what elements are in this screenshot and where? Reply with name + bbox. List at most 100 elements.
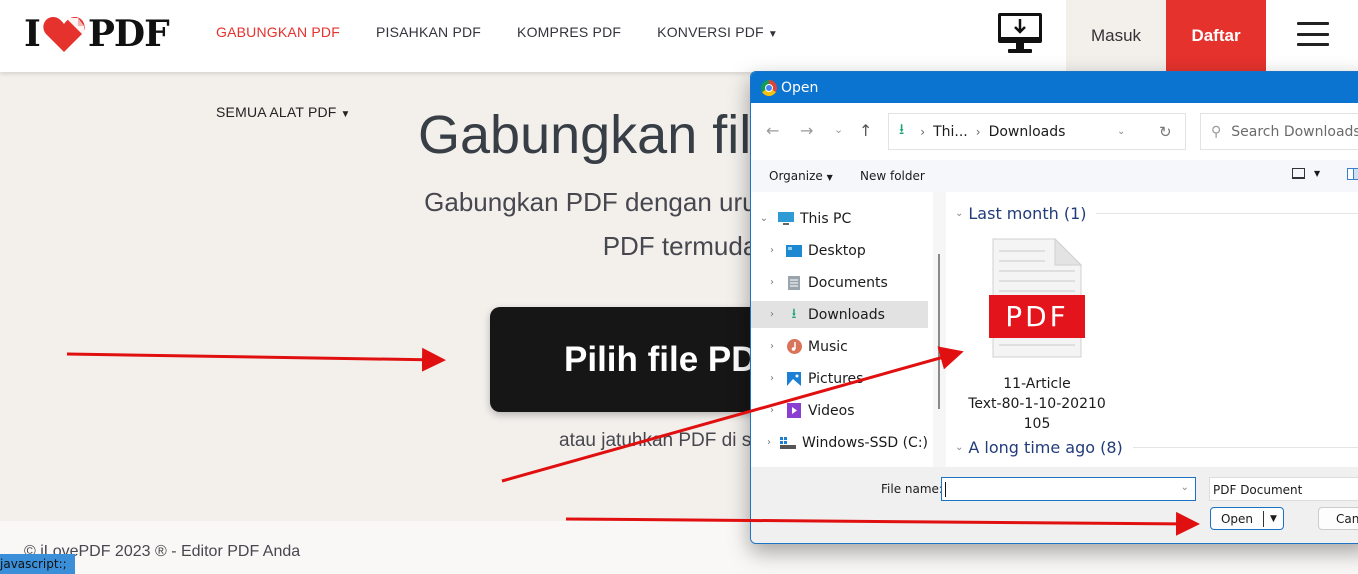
tree-item-downloads[interactable]: › ⭳ Downloads	[751, 301, 928, 328]
this-pc-icon	[778, 211, 794, 226]
tree-item-label: Documents	[808, 274, 888, 291]
browser-status-tooltip: javascript:;	[0, 554, 75, 574]
caret-down-icon[interactable]: ▼	[1264, 514, 1283, 524]
breadcrumb-separator-icon: ›	[975, 124, 981, 139]
file-list-pane: ⌄ Last month (1) PDF 11-Article Text-80-…	[946, 192, 1358, 467]
nav-label: PISAHKAN PDF	[375, 24, 482, 40]
navigation-pane-scrollbar[interactable]	[933, 192, 946, 467]
chevron-down-icon[interactable]: ⌄	[758, 213, 770, 224]
caret-down-icon: ▼	[826, 173, 833, 182]
chevron-right-icon[interactable]: ›	[766, 405, 778, 416]
tree-item-label: Windows-SSD (C:)	[802, 434, 928, 451]
view-icon	[1292, 168, 1305, 179]
tree-item-label: This PC	[800, 210, 852, 227]
back-arrow-icon[interactable]: ←	[766, 121, 779, 140]
file-name-line: Text-80-1-10-20210	[968, 396, 1106, 412]
tree-item-music[interactable]: › Music	[751, 333, 928, 360]
videos-folder-icon	[786, 403, 802, 418]
chevron-right-icon[interactable]: ›	[766, 245, 778, 256]
organize-label: Organize	[769, 169, 823, 183]
refresh-icon[interactable]: ↻	[1159, 123, 1172, 141]
file-name-input[interactable]: ⌄	[941, 477, 1196, 501]
file-item[interactable]: PDF 11-Article Text-80-1-10-20210 105	[964, 237, 1110, 434]
address-bar[interactable]: ⭳ › Thi... › Downloads ⌄ ↻	[888, 113, 1186, 150]
group-header-last-month[interactable]: ⌄ Last month (1)	[955, 204, 1358, 223]
desktop-folder-icon	[786, 244, 802, 258]
login-button[interactable]: Masuk	[1066, 0, 1166, 72]
up-arrow-icon[interactable]: ↑	[859, 121, 872, 140]
annotation-arrow-to-select-button	[66, 347, 446, 372]
dialog-toolbar: ← → ⌄ ↑ ⭳ › Thi... › Downloads ⌄ ↻ ⚲ Sea…	[751, 103, 1358, 160]
breadcrumb-separator-icon: ›	[920, 124, 926, 139]
file-name-label: File name:	[881, 482, 943, 496]
nav-gabungkan-pdf[interactable]: GABUNGKAN PDF	[216, 24, 340, 40]
open-button[interactable]: Open ▼	[1210, 507, 1284, 530]
chevron-right-icon[interactable]: ›	[766, 437, 772, 448]
caret-down-icon: ▼	[340, 109, 351, 120]
downloads-icon: ⭳	[899, 120, 905, 138]
forward-arrow-icon[interactable]: →	[800, 121, 813, 140]
chrome-icon	[761, 79, 777, 96]
nav-kompres-pdf[interactable]: KOMPRES PDF	[517, 24, 621, 40]
tree-item-videos[interactable]: › Videos	[751, 397, 928, 424]
nav-label: KONVERSI PDF	[657, 24, 764, 40]
caret-down-icon: ▼	[1314, 169, 1321, 178]
main-nav: GABUNGKAN PDF PISAHKAN PDF KOMPRES PDF K…	[216, 24, 814, 40]
logo-text-pdf: PDF	[87, 13, 170, 55]
signup-button[interactable]: Daftar	[1166, 0, 1266, 72]
file-type-filter[interactable]: PDF Document	[1209, 477, 1358, 501]
dialog-footer: File name: ⌄ PDF Document Open ▼ Cancel	[751, 467, 1358, 543]
group-label: Last month (1)	[968, 204, 1087, 223]
tree-item-label: Downloads	[808, 306, 885, 323]
open-button-label: Open	[1220, 511, 1254, 526]
tree-item-desktop[interactable]: › Desktop	[751, 237, 928, 264]
tree-item-pictures[interactable]: › Pictures	[751, 365, 928, 392]
tree-item-this-pc[interactable]: ⌄ This PC	[751, 205, 928, 232]
navigation-pane: ⌄ This PC › Desktop › Documents › ⭳ Down…	[751, 192, 933, 467]
chevron-down-icon[interactable]: ⌄	[1181, 482, 1189, 493]
tree-item-windows-ssd[interactable]: › Windows-SSD (C:)	[751, 429, 928, 456]
desktop-download-icon[interactable]	[996, 11, 1044, 55]
tree-item-documents[interactable]: › Documents	[751, 269, 928, 296]
chevron-down-icon[interactable]: ⌄	[1117, 126, 1125, 137]
recent-locations-icon[interactable]: ⌄	[834, 123, 843, 136]
chevron-right-icon[interactable]: ›	[766, 373, 778, 384]
chevron-down-icon[interactable]: ⌄	[955, 442, 963, 453]
file-name-line: 105	[1023, 416, 1051, 432]
heart-logo-icon	[43, 17, 85, 52]
file-name-text: 11-Article Text-80-1-10-20210 105	[964, 374, 1110, 434]
site-header: I PDF GABUNGKAN PDF PISAHKAN PDF KOMPRES…	[0, 0, 1358, 72]
pictures-folder-icon	[786, 371, 802, 386]
chevron-right-icon[interactable]: ›	[766, 277, 778, 288]
chevron-down-icon[interactable]: ⌄	[955, 208, 963, 219]
downloads-folder-icon: ⭳	[791, 305, 797, 322]
chevron-right-icon[interactable]: ›	[766, 309, 778, 320]
group-header-long-time-ago[interactable]: ⌄ A long time ago (8)	[955, 438, 1358, 457]
nav-pisahkan-pdf[interactable]: PISAHKAN PDF	[376, 24, 481, 40]
change-view-button[interactable]: ▼	[1292, 168, 1320, 179]
organize-menu[interactable]: Organize ▼	[769, 169, 833, 183]
hamburger-menu-icon[interactable]	[1297, 22, 1329, 46]
drive-icon	[780, 436, 797, 450]
nav-label: GABUNGKAN PDF	[216, 24, 340, 40]
ilovepdf-logo[interactable]: I PDF	[24, 13, 170, 55]
all-tools-dropdown[interactable]: SEMUA ALAT PDF ▼	[216, 104, 351, 120]
tree-item-label: Music	[808, 338, 848, 355]
search-placeholder: Search Downloads	[1231, 123, 1358, 140]
dialog-titlebar[interactable]: Open	[751, 72, 1358, 103]
group-divider	[1096, 213, 1358, 214]
nav-konversi-pdf[interactable]: KONVERSI PDF ▼	[657, 24, 778, 40]
breadcrumb-downloads[interactable]: Downloads	[989, 124, 1066, 140]
new-folder-button[interactable]: New folder	[860, 169, 925, 183]
search-downloads-input[interactable]: ⚲ Search Downloads	[1200, 113, 1358, 150]
nav-label: KOMPRES PDF	[517, 24, 622, 40]
open-file-dialog: Open ← → ⌄ ↑ ⭳ › Thi... › Downloads ⌄ ↻ …	[750, 71, 1358, 544]
breadcrumb-this-pc[interactable]: Thi...	[933, 124, 968, 140]
preview-pane-icon[interactable]	[1347, 168, 1358, 180]
cancel-button[interactable]: Cancel	[1318, 507, 1358, 530]
scrollbar-thumb[interactable]	[938, 254, 940, 409]
dialog-command-bar: Organize ▼ New folder ▼	[751, 160, 1358, 192]
caret-down-icon: ▼	[767, 29, 778, 40]
music-folder-icon	[786, 339, 802, 354]
chevron-right-icon[interactable]: ›	[766, 341, 778, 352]
